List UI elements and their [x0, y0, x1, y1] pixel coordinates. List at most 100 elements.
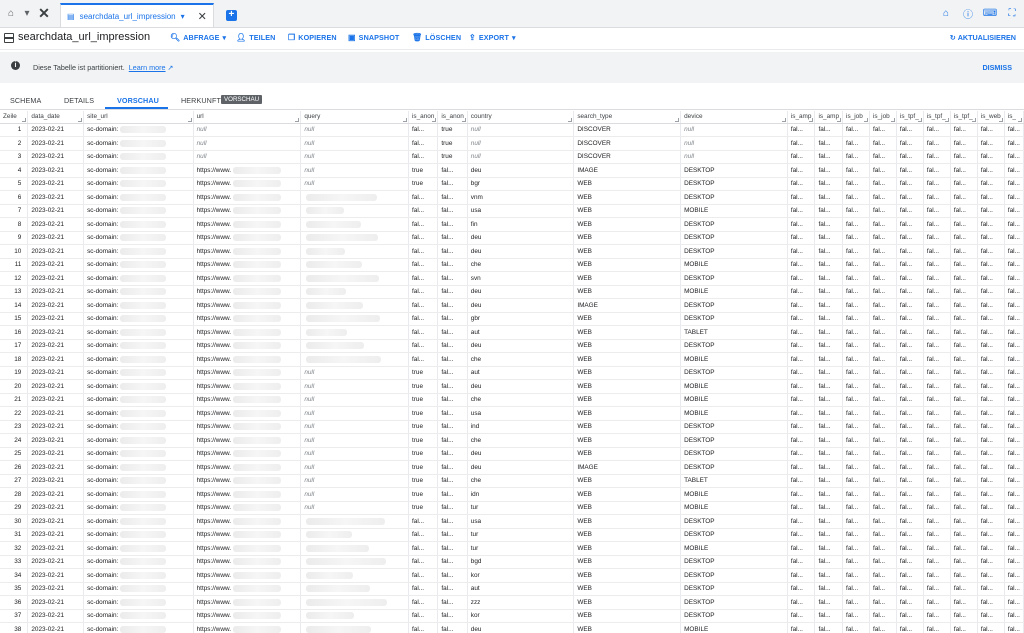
table-row[interactable]: 22 2023-02-21 sc-domain: https://www. null tr… [0, 406, 1024, 421]
table-row[interactable]: 13 2023-02-21 sc-domain: https://www. fal...… [0, 285, 1024, 299]
column-header[interactable]: is_anon [437, 111, 468, 124]
preview-grid[interactable]: Zeile data_date site_url url query is_anon is_… [0, 111, 1024, 633]
table-cell: fal... [977, 582, 1005, 596]
table-row[interactable]: 23 2023-02-21 sc-domain: https://www. null tr… [0, 420, 1024, 434]
table-row[interactable]: 31 2023-02-21 sc-domain: https://www. fal...… [0, 528, 1024, 542]
table-row[interactable]: 25 2023-02-21 sc-domain: https://www. null tr… [0, 447, 1024, 461]
table-row[interactable]: 35 2023-02-21 sc-domain: https://www. fal...… [0, 582, 1024, 596]
redacted-value [233, 288, 282, 296]
table-row[interactable]: 36 2023-02-21 sc-domain: https://www. fal...… [0, 595, 1024, 610]
table-cell: fal... [814, 325, 844, 340]
table-cell: DESKTOP [680, 231, 788, 245]
table-row[interactable]: 19 2023-02-21 sc-domain: https://www. null tr… [0, 366, 1024, 380]
column-header[interactable]: is_amp [814, 111, 844, 124]
table-cell: 2023-02-21 [27, 501, 85, 515]
copy-button[interactable]: ❐ KOPIEREN [288, 33, 337, 42]
column-header[interactable]: is_amp [787, 111, 816, 124]
table-row[interactable]: 1 2023-02-21 sc-domain: null null fal... true n… [0, 123, 1024, 137]
table-cell: tur [467, 541, 575, 556]
row-number: 20 [0, 379, 29, 394]
table-row[interactable]: 4 2023-02-21 sc-domain: https://www. null tru… [0, 163, 1024, 178]
table-row[interactable]: 18 2023-02-21 sc-domain: https://www. fal...… [0, 352, 1024, 367]
column-header[interactable]: is_ [1004, 111, 1024, 124]
table-row[interactable]: 2 2023-02-21 sc-domain: null null fal... true n… [0, 136, 1024, 151]
redacted-value [306, 261, 363, 269]
tab-searchdata-url-impression[interactable]: ▤ searchdata_url_impression ▾ ✕ [60, 3, 214, 27]
table-cell: DESKTOP [680, 433, 788, 448]
table-row[interactable]: 3 2023-02-21 sc-domain: null null fal... true n… [0, 150, 1024, 164]
table-cell: sc-domain: [83, 487, 194, 502]
column-header[interactable]: search_type [573, 111, 682, 124]
table-row[interactable]: 28 2023-02-21 sc-domain: https://www. null tr… [0, 487, 1024, 502]
redacted-value [120, 274, 167, 282]
table-cell: fal... [977, 406, 1005, 421]
table-row[interactable]: 16 2023-02-21 sc-domain: https://www. fal...… [0, 325, 1024, 340]
share-button[interactable]: 👤︎ TEILEN [236, 33, 275, 42]
refresh-button[interactable]: ↻ AKTUALISIEREN [950, 33, 1016, 42]
column-header[interactable]: is_web [977, 111, 1005, 124]
tab-schema[interactable]: SCHEMA [10, 96, 41, 105]
info-icon[interactable]: ⓘ [962, 7, 974, 21]
column-header[interactable]: device [680, 111, 788, 124]
column-header[interactable]: is_tpf_ [923, 111, 951, 124]
table-row[interactable]: 20 2023-02-21 sc-domain: https://www. null tr… [0, 379, 1024, 394]
column-header[interactable]: Zeile [0, 111, 29, 124]
table-cell: fal... [1004, 582, 1024, 596]
column-header[interactable]: is_tpf_ [896, 111, 924, 124]
table-row[interactable]: 30 2023-02-21 sc-domain: https://www. fal...… [0, 514, 1024, 529]
table-row[interactable]: 5 2023-02-21 sc-domain: https://www. null tru… [0, 177, 1024, 191]
table-row[interactable]: 26 2023-02-21 sc-domain: https://www. null tr… [0, 460, 1024, 475]
column-header[interactable]: query [300, 111, 409, 124]
snapshot-button[interactable]: ▣ SNAPSHOT [348, 33, 399, 42]
close-icon[interactable]: ✕ [36, 5, 52, 22]
table-row[interactable]: 12 2023-02-21 sc-domain: https://www. fal...… [0, 271, 1024, 286]
tab-menu-icon[interactable]: ▾ [181, 12, 185, 21]
table-row[interactable]: 6 2023-02-21 sc-domain: https://www. fal... f… [0, 190, 1024, 205]
table-row[interactable]: 7 2023-02-21 sc-domain: https://www. fal... f… [0, 204, 1024, 218]
caret-down-icon[interactable]: ▾ [20, 6, 34, 20]
table-row[interactable]: 29 2023-02-21 sc-domain: https://www. null tr… [0, 501, 1024, 515]
export-button[interactable]: ⇪ EXPORT ▾ [469, 33, 516, 42]
table-row[interactable]: 14 2023-02-21 sc-domain: https://www. fal...… [0, 298, 1024, 313]
table-cell: MOBILE [680, 379, 788, 394]
column-header[interactable]: url [193, 111, 302, 124]
table-row[interactable]: 37 2023-02-21 sc-domain: https://www. fal...… [0, 609, 1024, 623]
redacted-value [306, 558, 387, 566]
table-row[interactable]: 33 2023-02-21 sc-domain: https://www. fal...… [0, 555, 1024, 569]
keyboard-icon[interactable]: ⌨ [983, 7, 997, 19]
fullscreen-icon[interactable]: ⛶ [1006, 7, 1018, 19]
table-row[interactable]: 38 2023-02-21 sc-domain: https://www. fal...… [0, 622, 1024, 633]
tab-preview[interactable]: VORSCHAU [117, 96, 159, 105]
table-row[interactable]: 9 2023-02-21 sc-domain: https://www. fal... f… [0, 231, 1024, 245]
column-header[interactable]: data_date [27, 111, 85, 124]
column-header[interactable]: is_tpf_ [950, 111, 978, 124]
home-outline-icon[interactable]: ⌂ [940, 7, 952, 19]
table-row[interactable]: 10 2023-02-21 sc-domain: https://www. fal...… [0, 244, 1024, 259]
query-button[interactable]: 🔍︎ ABFRAGE ▾ [170, 33, 226, 42]
column-header[interactable]: is_anon [408, 111, 439, 124]
tab-details[interactable]: DETAILS [64, 96, 94, 105]
table-row[interactable]: 8 2023-02-21 sc-domain: https://www. fal... f… [0, 217, 1024, 232]
dismiss-button[interactable]: DISMISS [982, 63, 1012, 72]
table-cell: fal... [896, 555, 924, 569]
table-cell: https://www. [193, 352, 302, 367]
column-header[interactable]: is_job [869, 111, 897, 124]
add-tab-button[interactable]: + [225, 10, 237, 21]
table-row[interactable]: 32 2023-02-21 sc-domain: https://www. fal...… [0, 541, 1024, 556]
table-row[interactable]: 24 2023-02-21 sc-domain: https://www. null tr… [0, 433, 1024, 448]
column-header[interactable]: country [467, 111, 575, 124]
home-icon[interactable]: ⌂ [4, 6, 18, 20]
column-header[interactable]: site_url [83, 111, 194, 124]
table-cell: fal... [842, 244, 870, 259]
tab-close-icon[interactable]: ✕ [198, 10, 207, 23]
column-header[interactable]: is_job [842, 111, 870, 124]
table-row[interactable]: 34 2023-02-21 sc-domain: https://www. fal...… [0, 568, 1024, 583]
table-row[interactable]: 21 2023-02-21 sc-domain: https://www. null tr… [0, 393, 1024, 407]
tab-lineage[interactable]: HERKUNFT [181, 96, 221, 105]
table-row[interactable]: 11 2023-02-21 sc-domain: https://www. fal...… [0, 258, 1024, 272]
delete-button[interactable]: 🗑︎ LÖSCHEN [412, 33, 461, 42]
table-row[interactable]: 15 2023-02-21 sc-domain: https://www. fal...… [0, 312, 1024, 326]
table-row[interactable]: 27 2023-02-21 sc-domain: https://www. null tr… [0, 474, 1024, 488]
learn-more-link[interactable]: Learn more [129, 63, 166, 72]
table-row[interactable]: 17 2023-02-21 sc-domain: https://www. fal...… [0, 339, 1024, 353]
